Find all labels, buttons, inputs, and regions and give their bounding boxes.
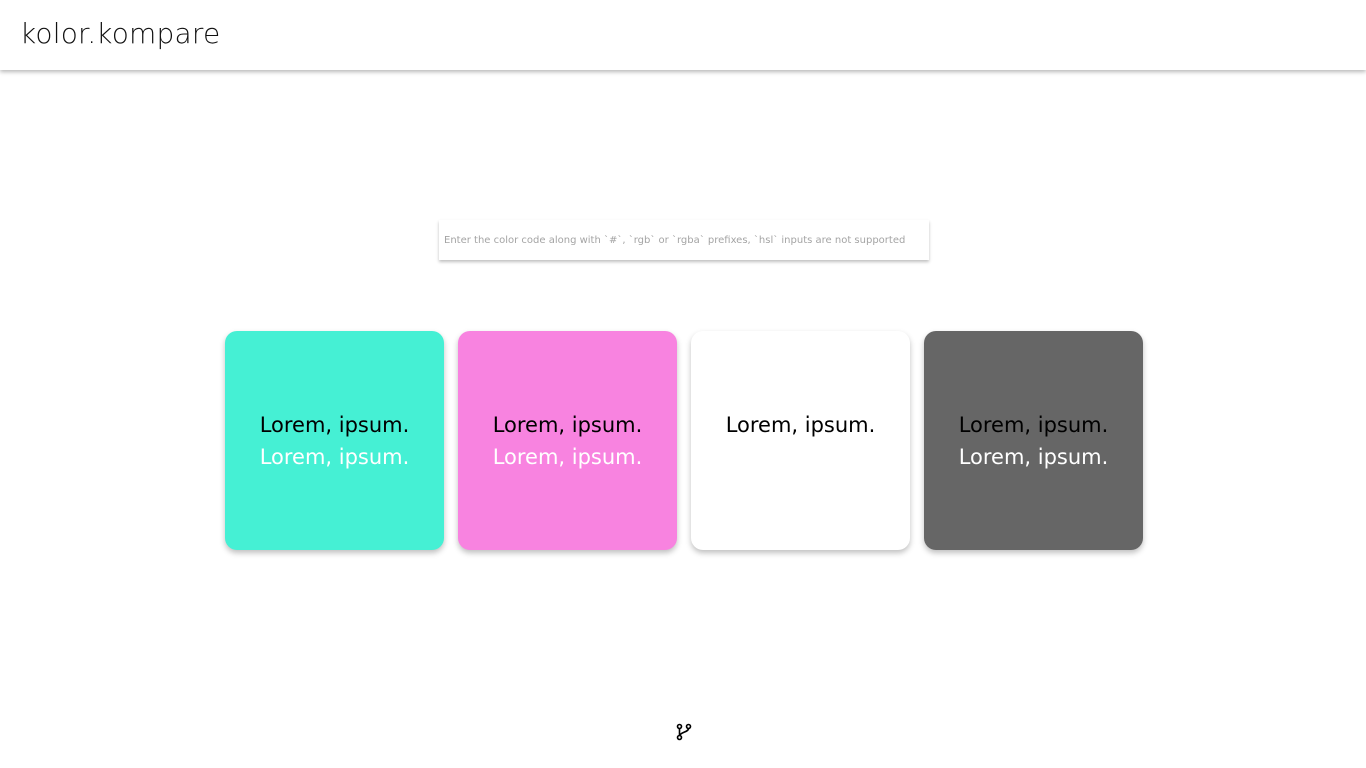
dark-sample-text: Lorem, ipsum. [259,413,410,437]
app-header: kolor.kompare [0,0,1366,70]
light-sample-text: Lorem, ipsum. [958,445,1109,469]
light-sample-text: Lorem, ipsum. [725,445,876,469]
color-code-input[interactable] [439,220,929,260]
color-card-gray: Lorem, ipsum. Lorem, ipsum. [924,331,1143,550]
dark-sample-text: Lorem, ipsum. [725,413,876,437]
light-sample-text: Lorem, ipsum. [259,445,410,469]
dark-sample-text: Lorem, ipsum. [492,413,643,437]
color-card-white: Lorem, ipsum. Lorem, ipsum. [691,331,910,550]
git-branch-icon[interactable] [675,723,693,741]
color-input-container [439,220,929,260]
color-card-pink: Lorem, ipsum. Lorem, ipsum. [458,331,677,550]
dark-sample-text: Lorem, ipsum. [958,413,1109,437]
color-card-teal: Lorem, ipsum. Lorem, ipsum. [225,331,444,550]
color-cards: Lorem, ipsum. Lorem, ipsum. Lorem, ipsum… [225,331,1143,550]
light-sample-text: Lorem, ipsum. [492,445,643,469]
app-title: kolor.kompare [20,17,221,50]
